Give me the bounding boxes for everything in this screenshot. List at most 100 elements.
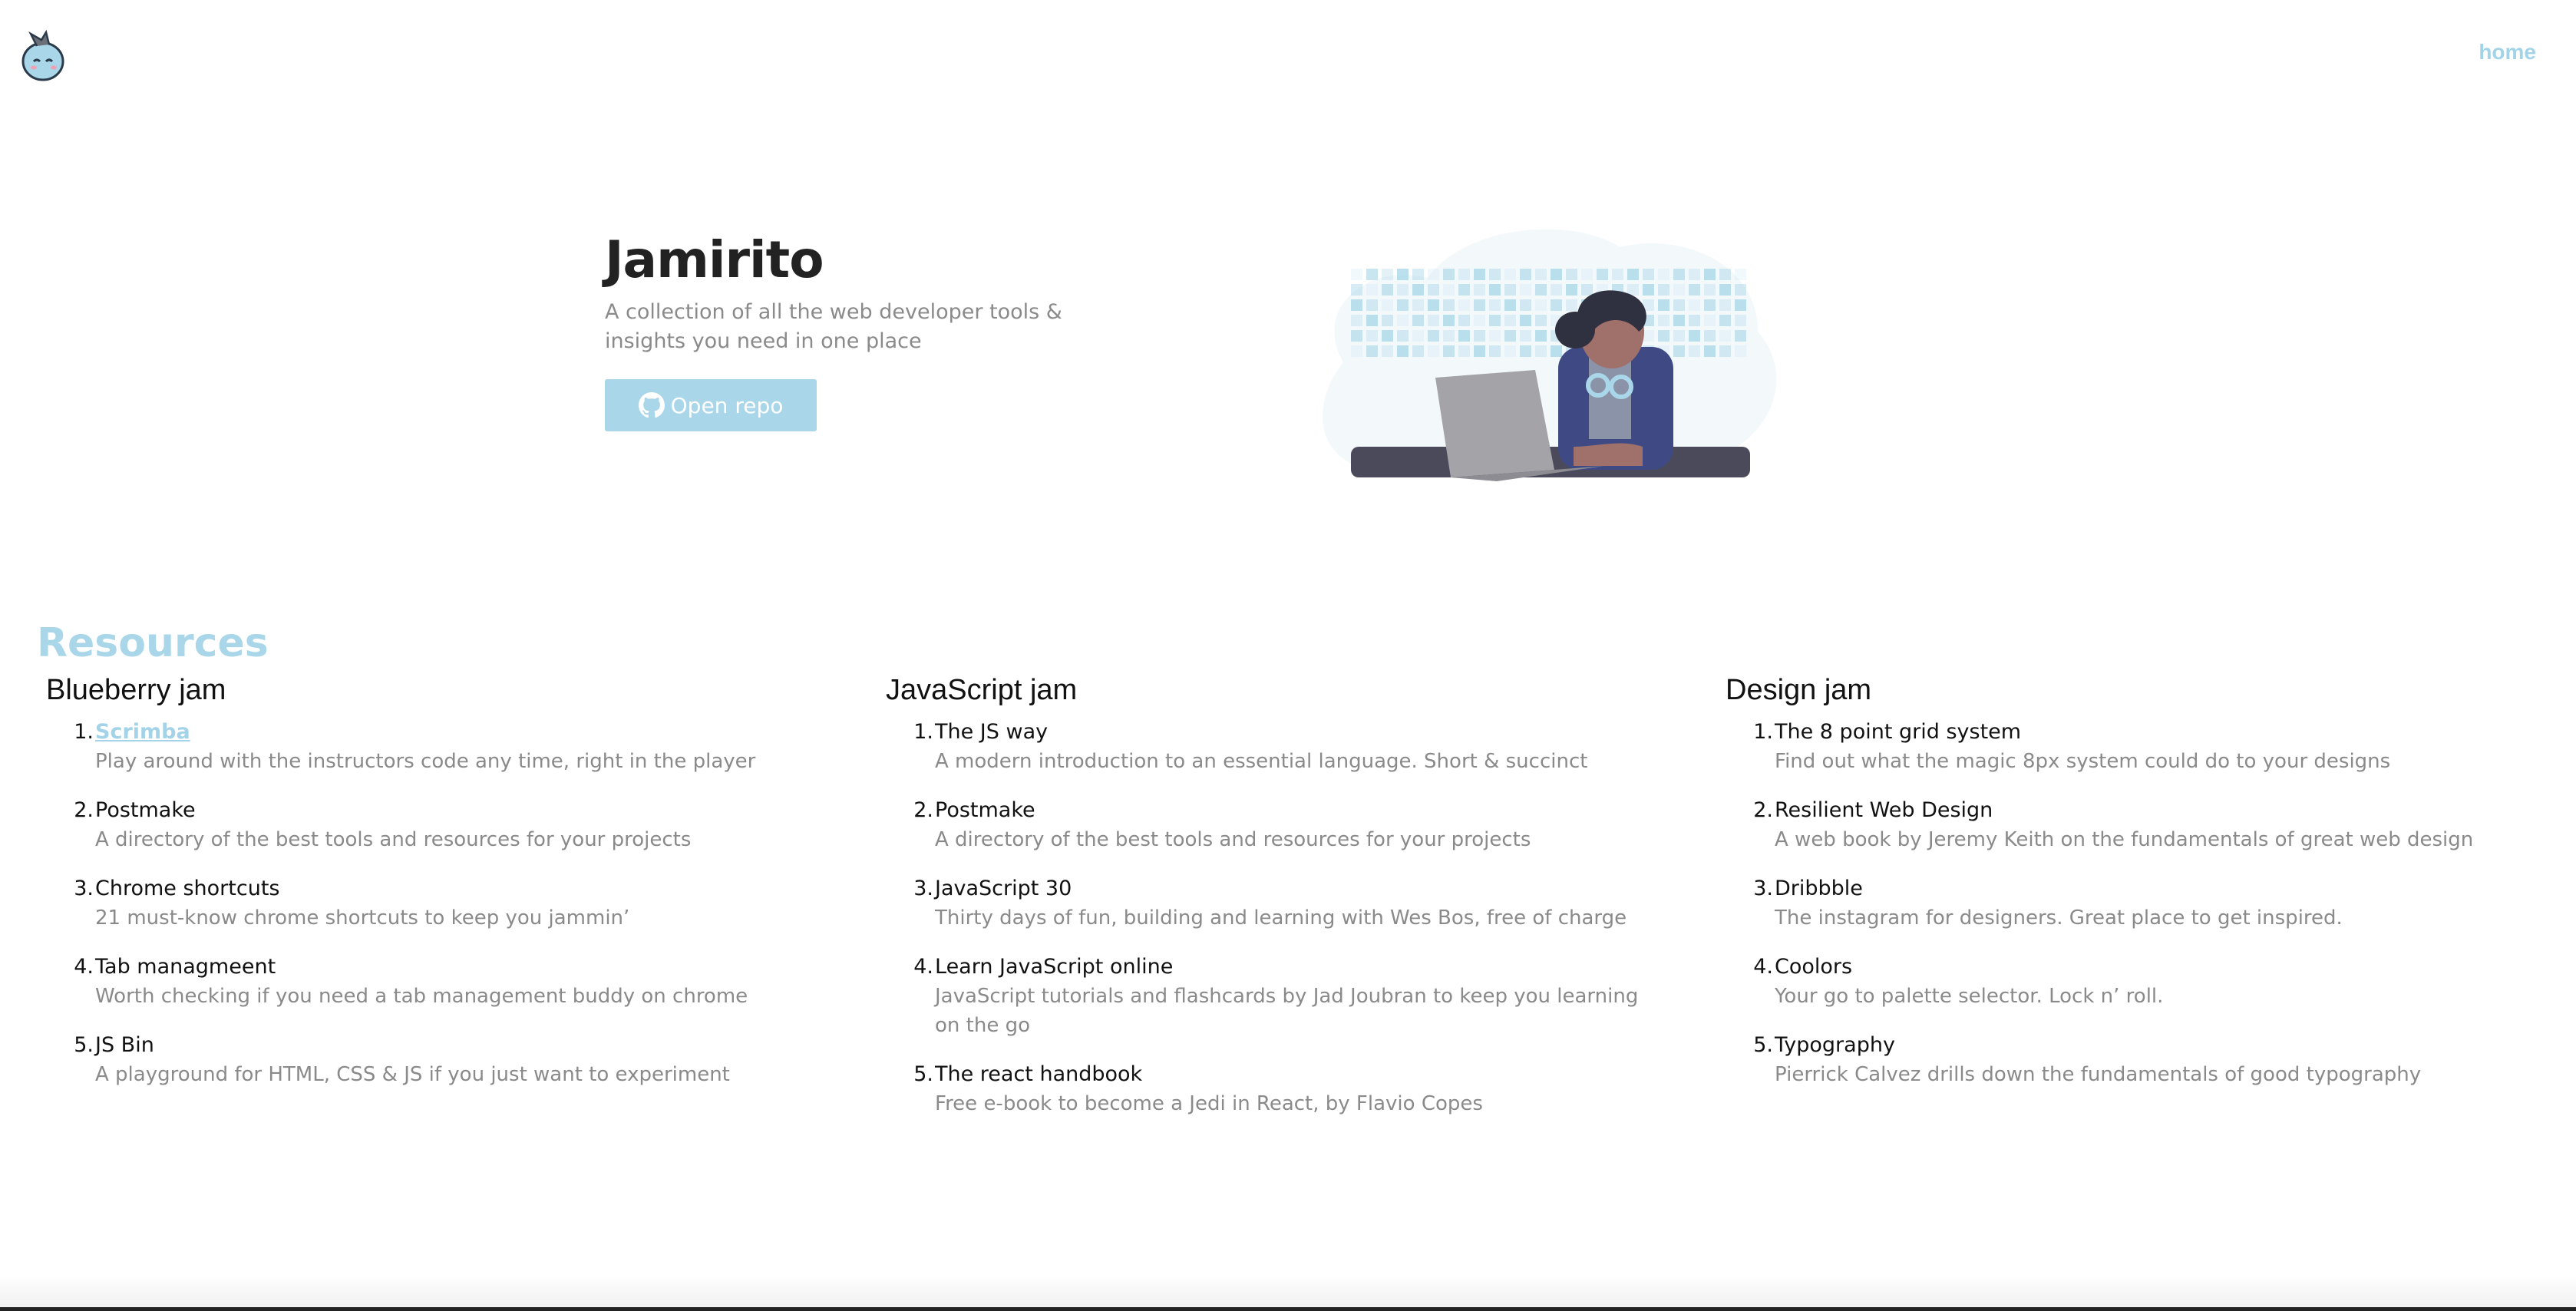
grid-square [1428, 315, 1439, 326]
item-description: Thirty days of fun, building and learnin… [935, 906, 1627, 930]
item-title[interactable]: JavaScript 30 [935, 874, 1652, 903]
item-title[interactable]: Tab managmeent [95, 953, 812, 982]
grid-square [1520, 284, 1531, 296]
item-number: 5. [74, 1033, 94, 1057]
grid-square [1673, 284, 1685, 296]
nav-home-link[interactable]: home [2479, 40, 2536, 64]
grid-square [1366, 315, 1378, 326]
grid-square [1382, 299, 1393, 311]
grid-square [1535, 330, 1547, 342]
grid-square [1719, 269, 1731, 280]
grid-square [1627, 284, 1639, 296]
item-number: 4. [74, 955, 94, 979]
grid-square [1658, 284, 1669, 296]
list-item[interactable]: 2. Postmake A directory of the best tool… [877, 796, 1652, 854]
list-item[interactable]: 5. Typography Pierrick Calvez drills dow… [1716, 1031, 2492, 1089]
item-description: Pierrick Calvez drills down the fundamen… [1775, 1063, 2422, 1086]
grid-square [1366, 299, 1378, 311]
grid-square [1412, 284, 1424, 296]
grid-square [1689, 269, 1700, 280]
list-item[interactable]: 4. Tab managmeent Worth checking if you … [37, 953, 812, 1011]
grid-square [1735, 330, 1746, 342]
developer-illustration [1322, 229, 1777, 481]
grid-square [1719, 345, 1731, 357]
grid-square [1397, 345, 1409, 357]
list-item[interactable]: 1. The JS way A modern introduction to a… [877, 718, 1652, 776]
item-title[interactable]: Resilient Web Design [1775, 796, 2492, 825]
grid-square [1397, 269, 1409, 280]
list-item[interactable]: 3. JavaScript 30 Thirty days of fun, bui… [877, 874, 1652, 933]
list-item[interactable]: 3. Dribbble The instagram for designers.… [1716, 874, 2492, 933]
item-title[interactable]: Dribbble [1775, 874, 2492, 903]
grid-square [1643, 330, 1654, 342]
item-title[interactable]: Learn JavaScript online [935, 953, 1652, 982]
grid-square [1704, 330, 1716, 342]
grid-square [1566, 284, 1577, 296]
item-title[interactable]: The JS way [935, 718, 1652, 747]
item-title[interactable]: Typography [1775, 1031, 2492, 1060]
grid-square [1704, 299, 1716, 311]
item-number: 5. [1753, 1033, 1773, 1057]
item-title[interactable]: Postmake [935, 796, 1652, 825]
grid-square [1689, 315, 1700, 326]
item-description: A modern introduction to an essential la… [935, 750, 1588, 773]
list-item[interactable]: 5. The react handbook Free e-book to bec… [877, 1060, 1652, 1118]
grid-square [1443, 315, 1455, 326]
grid-square [1412, 345, 1424, 357]
grid-square [1489, 269, 1501, 280]
item-description: A directory of the best tools and resour… [935, 828, 1531, 851]
resource-column-blueberry: Blueberry jam 1. Scrimba Play around wit… [37, 674, 812, 1109]
grid-square [1551, 269, 1562, 280]
item-description: The instagram for designers. Great place… [1775, 906, 2343, 930]
item-description: A directory of the best tools and resour… [95, 828, 692, 851]
open-repo-button[interactable]: Open repo [605, 379, 817, 431]
grid-square [1443, 345, 1455, 357]
jam-mascot-logo-icon[interactable] [15, 29, 69, 83]
grid-square [1535, 269, 1547, 280]
grid-square [1366, 345, 1378, 357]
grid-square [1366, 330, 1378, 342]
list-item[interactable]: 2. Postmake A directory of the best tool… [37, 796, 812, 854]
item-title[interactable]: Chrome shortcuts [95, 874, 812, 903]
column-title: Design jam [1726, 674, 1872, 706]
grid-square [1535, 284, 1547, 296]
item-title-link[interactable]: Scrimba [95, 718, 812, 747]
grid-square [1458, 315, 1470, 326]
grid-square [1443, 299, 1455, 311]
grid-square [1397, 299, 1409, 311]
grid-square [1443, 330, 1455, 342]
grid-square [1658, 299, 1669, 311]
column-title: JavaScript jam [886, 674, 1078, 706]
item-number: 3. [74, 877, 94, 900]
grid-square [1428, 299, 1439, 311]
grid-square [1458, 299, 1470, 311]
item-number: 1. [1753, 720, 1773, 744]
grid-square [1719, 315, 1731, 326]
resource-column-javascript: JavaScript jam 1. The JS way A modern in… [877, 674, 1652, 1138]
item-title[interactable]: JS Bin [95, 1031, 812, 1060]
list-item[interactable]: 1. Scrimba Play around with the instruct… [37, 718, 812, 776]
item-description: Your go to palette selector. Lock n’ rol… [1775, 985, 2164, 1008]
grid-square [1689, 299, 1700, 311]
list-item[interactable]: 1. The 8 point grid system Find out what… [1716, 718, 2492, 776]
grid-square [1366, 284, 1378, 296]
list-item[interactable]: 2. Resilient Web Design A web book by Je… [1716, 796, 2492, 854]
item-title[interactable]: Postmake [95, 796, 812, 825]
list-item[interactable]: 4. Learn JavaScript online JavaScript tu… [877, 953, 1652, 1040]
item-title[interactable]: The react handbook [935, 1060, 1652, 1089]
list-item[interactable]: 4. Coolors Your go to palette selector. … [1716, 953, 2492, 1011]
item-description: Find out what the magic 8px system could… [1775, 750, 2391, 773]
grid-square [1351, 315, 1362, 326]
grid-square [1458, 269, 1470, 280]
list-item[interactable]: 5. JS Bin A playground for HTML, CSS & J… [37, 1031, 812, 1089]
grid-square [1658, 315, 1669, 326]
item-number: 2. [1753, 798, 1773, 822]
list-item[interactable]: 3. Chrome shortcuts 21 must-know chrome … [37, 874, 812, 933]
grid-square [1428, 345, 1439, 357]
github-icon [638, 392, 665, 418]
grid-square [1719, 284, 1731, 296]
grid-square [1428, 284, 1439, 296]
item-title[interactable]: Coolors [1775, 953, 2492, 982]
grid-square [1412, 330, 1424, 342]
item-title[interactable]: The 8 point grid system [1775, 718, 2492, 747]
